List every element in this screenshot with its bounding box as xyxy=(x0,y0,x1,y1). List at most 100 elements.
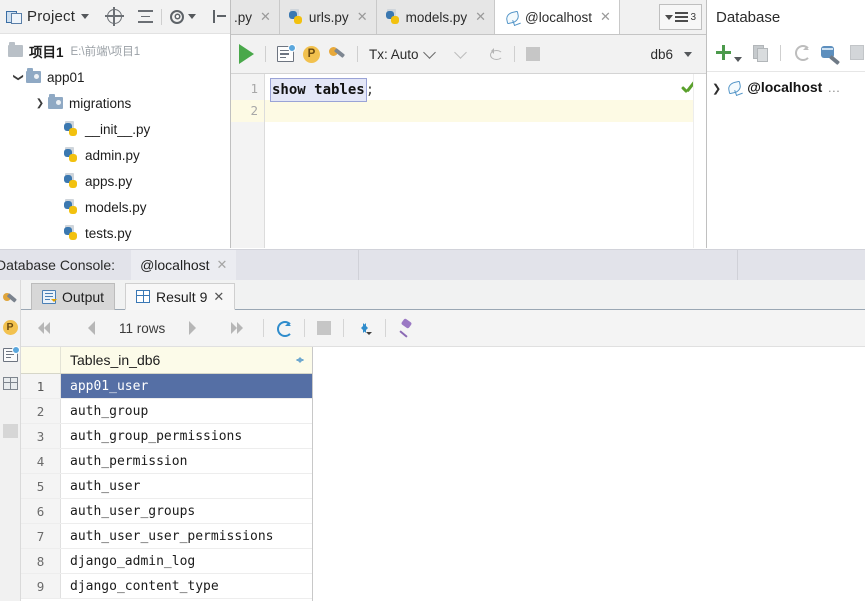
grid-icon xyxy=(2,376,18,390)
sql-editor[interactable]: 1 2 show tables; xyxy=(231,74,706,248)
tree-item-tests-py[interactable]: tests.py xyxy=(0,220,230,246)
refresh-icon[interactable] xyxy=(276,320,294,337)
gear-chevron-down-icon[interactable] xyxy=(188,14,197,19)
editor-tab-label: @localhost xyxy=(525,9,593,25)
table-cell[interactable]: auth_user_groups xyxy=(61,499,312,523)
sort-arrows-icon[interactable] xyxy=(296,354,305,366)
table-row[interactable]: 1 app01_user xyxy=(21,374,312,399)
target-icon[interactable] xyxy=(105,7,125,26)
project-panel-header: Project xyxy=(0,0,230,34)
tab-result-label: Result 9 xyxy=(156,288,208,305)
chevron-down-icon[interactable] xyxy=(81,14,90,19)
project-tree[interactable]: 项目1 E:\前端\项目1 app01 migrations __init__.… xyxy=(0,34,230,246)
first-page-icon[interactable] xyxy=(35,321,51,335)
gear-icon[interactable] xyxy=(170,9,185,24)
database-tool-window: Database @localhost … xyxy=(706,0,865,248)
tree-item-migrations[interactable]: migrations xyxy=(0,90,230,116)
transpose-icon[interactable] xyxy=(356,321,373,336)
tab-overflow-button[interactable]: 3 xyxy=(659,4,702,30)
table-cell[interactable]: app01_user xyxy=(61,374,312,398)
side-grid-icon-button[interactable] xyxy=(0,369,20,397)
close-icon[interactable]: ✕ xyxy=(260,9,271,25)
editor-tab-localhost-console[interactable]: @localhost ✕ xyxy=(495,0,620,34)
result-grid[interactable]: Tables_in_db6 1 app01_user 2 auth_group … xyxy=(21,347,313,601)
chevron-right-icon[interactable] xyxy=(32,97,48,109)
tree-item-init-py[interactable]: __init__.py xyxy=(0,116,230,142)
toolbar-separator xyxy=(780,44,781,61)
database-tree[interactable]: @localhost … xyxy=(707,72,865,100)
chevron-down-icon[interactable] xyxy=(422,45,436,59)
close-icon[interactable]: ✕ xyxy=(213,289,224,305)
table-cell[interactable]: auth_user xyxy=(61,474,312,498)
chevron-right-icon[interactable] xyxy=(712,80,721,95)
close-icon[interactable]: ✕ xyxy=(475,9,486,25)
wrench-icon[interactable] xyxy=(329,46,346,62)
table-cell[interactable]: auth_group xyxy=(61,399,312,423)
transaction-mode-label[interactable]: Tx: Auto xyxy=(369,47,419,62)
table-row[interactable]: 4 auth_permission xyxy=(21,449,312,474)
collapse-all-icon[interactable] xyxy=(138,9,154,24)
table-row[interactable]: 3 auth_group_permissions xyxy=(21,424,312,449)
console-history-icon[interactable] xyxy=(277,44,296,62)
close-icon[interactable]: ✕ xyxy=(217,257,228,273)
editor-tab-py[interactable]: .py ✕ xyxy=(231,0,280,34)
table-cell[interactable]: auth_permission xyxy=(61,449,312,473)
next-page-icon[interactable] xyxy=(189,321,203,335)
side-history-icon-button[interactable] xyxy=(0,341,20,369)
table-row[interactable]: 8 django_admin_log xyxy=(21,549,312,574)
tree-item-models-py[interactable]: models.py xyxy=(0,194,230,220)
code-line-2[interactable] xyxy=(265,100,706,122)
table-row[interactable]: 6 auth_user_groups xyxy=(21,499,312,524)
chevron-down-icon[interactable] xyxy=(684,51,692,57)
db-properties-icon[interactable] xyxy=(821,45,840,65)
table-row[interactable]: 5 auth_user xyxy=(21,474,312,499)
code-line-1[interactable]: show tables; xyxy=(265,78,706,102)
titlebar-divider xyxy=(358,250,359,280)
close-icon[interactable]: ✕ xyxy=(357,9,368,25)
editor-code[interactable]: show tables; xyxy=(265,74,706,248)
project-icon xyxy=(6,10,22,24)
db-tree-item-localhost[interactable]: @localhost … xyxy=(707,74,865,100)
chevron-down-icon[interactable] xyxy=(10,71,26,83)
side-p-icon-button[interactable]: P xyxy=(0,313,20,341)
datasource-label[interactable]: db6 xyxy=(650,47,673,62)
close-icon[interactable]: ✕ xyxy=(600,9,611,25)
table-cell[interactable]: auth_user_user_permissions xyxy=(61,524,312,548)
more-icon[interactable] xyxy=(850,45,864,60)
last-page-icon[interactable] xyxy=(231,321,251,335)
copy-icon[interactable] xyxy=(753,45,768,62)
p-icon[interactable]: P xyxy=(303,45,320,63)
table-row[interactable]: 2 auth_group xyxy=(21,399,312,424)
tree-item-apps-py[interactable]: apps.py xyxy=(0,168,230,194)
refresh-icon[interactable] xyxy=(794,45,811,61)
prev-page-icon[interactable] xyxy=(81,321,95,335)
commit-chevron-icon xyxy=(453,45,467,59)
tree-item-app01[interactable]: app01 xyxy=(0,64,230,90)
console-session-tab[interactable]: @localhost ✕ xyxy=(131,249,237,281)
row-count-label: 11 rows xyxy=(119,320,166,336)
pin-icon[interactable] xyxy=(398,318,414,338)
table-row[interactable]: 7 auth_user_user_permissions xyxy=(21,524,312,549)
blank-icon xyxy=(2,424,18,438)
editor-vertical-scrollbar[interactable] xyxy=(693,74,706,248)
table-cell[interactable]: django_admin_log xyxy=(61,549,312,573)
add-icon[interactable] xyxy=(716,45,731,60)
table-cell[interactable]: auth_group_permissions xyxy=(61,424,312,448)
tree-item-admin-py[interactable]: admin.py xyxy=(0,142,230,168)
tab-output[interactable]: Output xyxy=(31,283,116,310)
titlebar-divider xyxy=(737,250,738,280)
tab-result-9[interactable]: Result 9 ✕ xyxy=(125,283,236,310)
add-chevron-down-icon[interactable] xyxy=(734,57,742,62)
side-wrench-icon-button[interactable] xyxy=(0,285,20,313)
table-cell[interactable]: django_content_type xyxy=(61,574,312,598)
column-header-tables-in-db6[interactable]: Tables_in_db6 xyxy=(61,347,312,373)
tree-item-project-root[interactable]: 项目1 E:\前端\项目1 xyxy=(0,38,230,64)
side-blank-icon-button[interactable] xyxy=(0,417,20,445)
editor-tab-models-py[interactable]: models.py ✕ xyxy=(376,0,496,34)
table-row[interactable]: 9 django_content_type xyxy=(21,574,312,599)
row-number: 6 xyxy=(21,499,61,523)
editor-tab-urls-py[interactable]: urls.py ✕ xyxy=(279,0,377,34)
hide-panel-icon[interactable] xyxy=(213,10,227,23)
run-icon[interactable] xyxy=(239,44,254,64)
toolbar-separator xyxy=(265,46,266,62)
